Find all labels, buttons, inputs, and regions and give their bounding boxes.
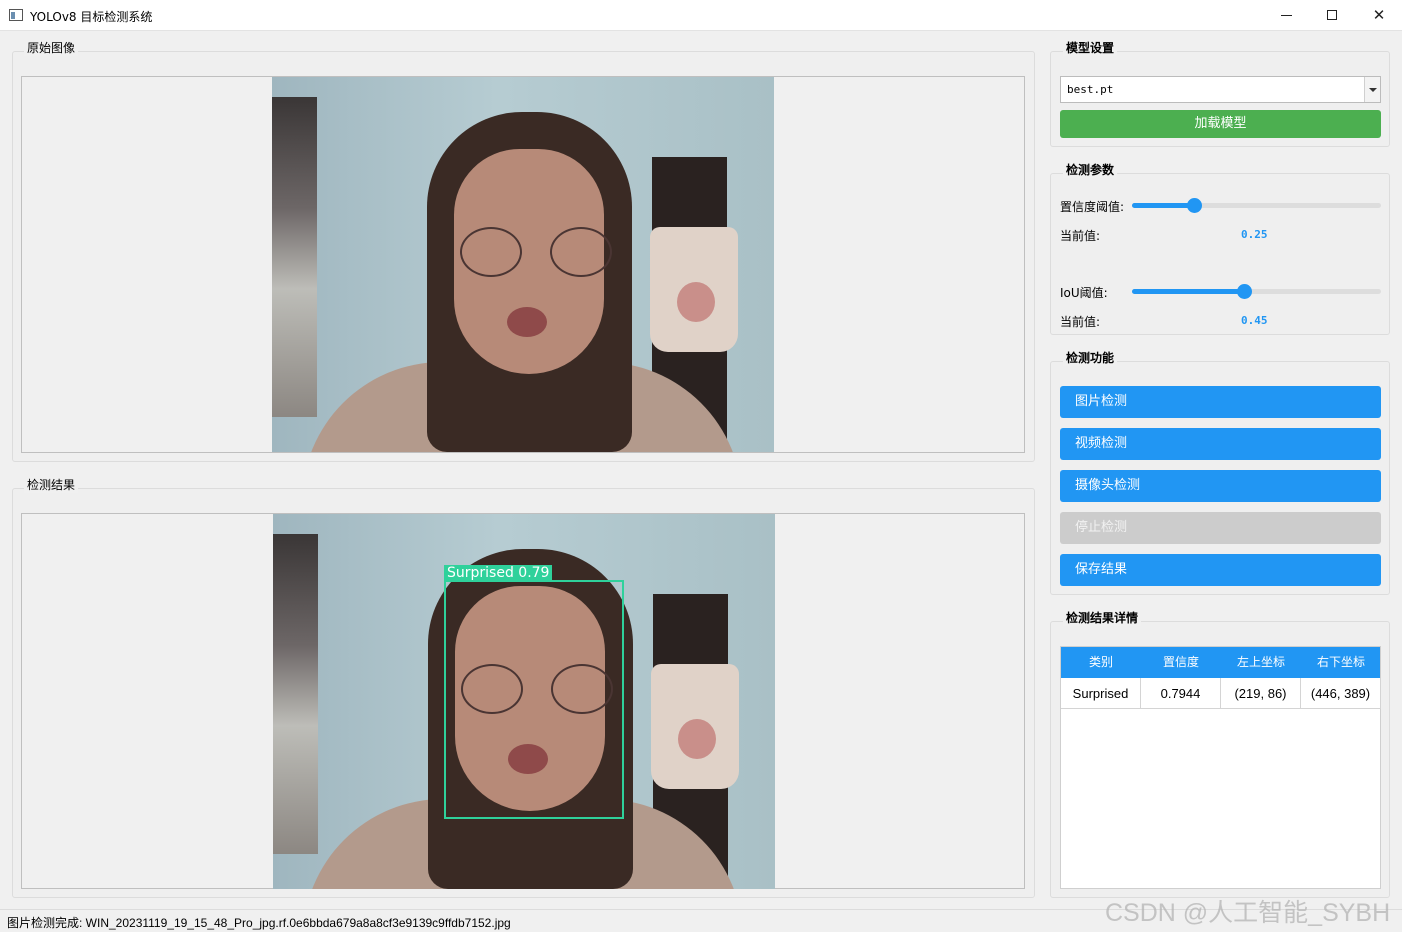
stop-detect-button[interactable]: 停止检测 <box>1060 512 1381 544</box>
result-image: Surprised 0.79 <box>273 514 775 889</box>
detection-params-title: 检测参数 <box>1063 161 1118 178</box>
confidence-slider[interactable] <box>1132 198 1381 213</box>
confidence-value: 0.25 <box>1241 228 1268 241</box>
title-bar: YOLOv8 目标检测系统 ✕ <box>0 0 1402 31</box>
close-button[interactable]: ✕ <box>1356 0 1402 31</box>
detection-box <box>444 580 624 819</box>
iou-current-label: 当前值: <box>1060 315 1101 329</box>
original-image-frame <box>21 76 1025 453</box>
save-result-button[interactable]: 保存结果 <box>1060 554 1381 586</box>
watermark: CSDN @人工智能_SYBH <box>1105 899 1391 927</box>
video-detect-button[interactable]: 视频检测 <box>1060 428 1381 460</box>
original-image <box>272 77 774 452</box>
table-cell[interactable]: (446, 389) <box>1301 678 1381 709</box>
image-detect-button[interactable]: 图片检测 <box>1060 386 1381 418</box>
iou-slider-handle[interactable] <box>1237 284 1253 299</box>
status-text: 图片检测完成: WIN_20231119_19_15_48_Pro_jpg.rf… <box>7 916 511 930</box>
result-image-frame: Surprised 0.79 <box>21 513 1025 889</box>
maximize-icon <box>1327 10 1337 20</box>
column-header-top-left[interactable]: 左上坐标 <box>1221 647 1301 678</box>
chevron-down-icon[interactable] <box>1364 77 1380 102</box>
model-select[interactable]: best.pt <box>1060 76 1381 103</box>
iou-slider[interactable] <box>1132 284 1381 299</box>
result-details-title: 检测结果详情 <box>1063 609 1142 626</box>
result-table[interactable]: 类别 置信度 左上坐标 右下坐标 Surprised 0.7944 (219, … <box>1060 646 1381 889</box>
table-header: 类别 置信度 左上坐标 右下坐标 <box>1061 647 1380 678</box>
table-cell[interactable]: Surprised <box>1061 678 1141 709</box>
table-cell[interactable]: 0.7944 <box>1141 678 1221 709</box>
model-settings-title: 模型设置 <box>1063 39 1118 56</box>
iou-value: 0.45 <box>1241 314 1268 327</box>
maximize-button[interactable] <box>1310 0 1356 31</box>
confidence-slider-fill <box>1132 203 1195 208</box>
iou-slider-fill <box>1132 289 1245 294</box>
model-select-value: best.pt <box>1067 83 1114 96</box>
window-title: YOLOv8 目标检测系统 <box>30 10 153 24</box>
iou-label: IoU阈值: <box>1060 286 1108 300</box>
minimize-button[interactable] <box>1264 0 1310 31</box>
app-icon <box>9 9 23 21</box>
column-header-confidence[interactable]: 置信度 <box>1141 647 1221 678</box>
table-cell[interactable]: (219, 86) <box>1221 678 1301 709</box>
camera-detect-button[interactable]: 摄像头检测 <box>1060 470 1381 502</box>
column-header-class[interactable]: 类别 <box>1061 647 1141 678</box>
result-image-title: 检测结果 <box>24 476 79 493</box>
close-icon: ✕ <box>1372 6 1386 24</box>
load-model-button[interactable]: 加载模型 <box>1060 110 1381 138</box>
original-image-title: 原始图像 <box>24 39 79 56</box>
detection-box-label: Surprised 0.79 <box>444 565 553 582</box>
confidence-current-label: 当前值: <box>1060 229 1101 243</box>
detection-functions-title: 检测功能 <box>1063 349 1118 366</box>
minimize-icon <box>1281 15 1292 16</box>
column-header-bottom-right[interactable]: 右下坐标 <box>1301 647 1381 678</box>
confidence-label: 置信度阈值: <box>1060 200 1125 214</box>
